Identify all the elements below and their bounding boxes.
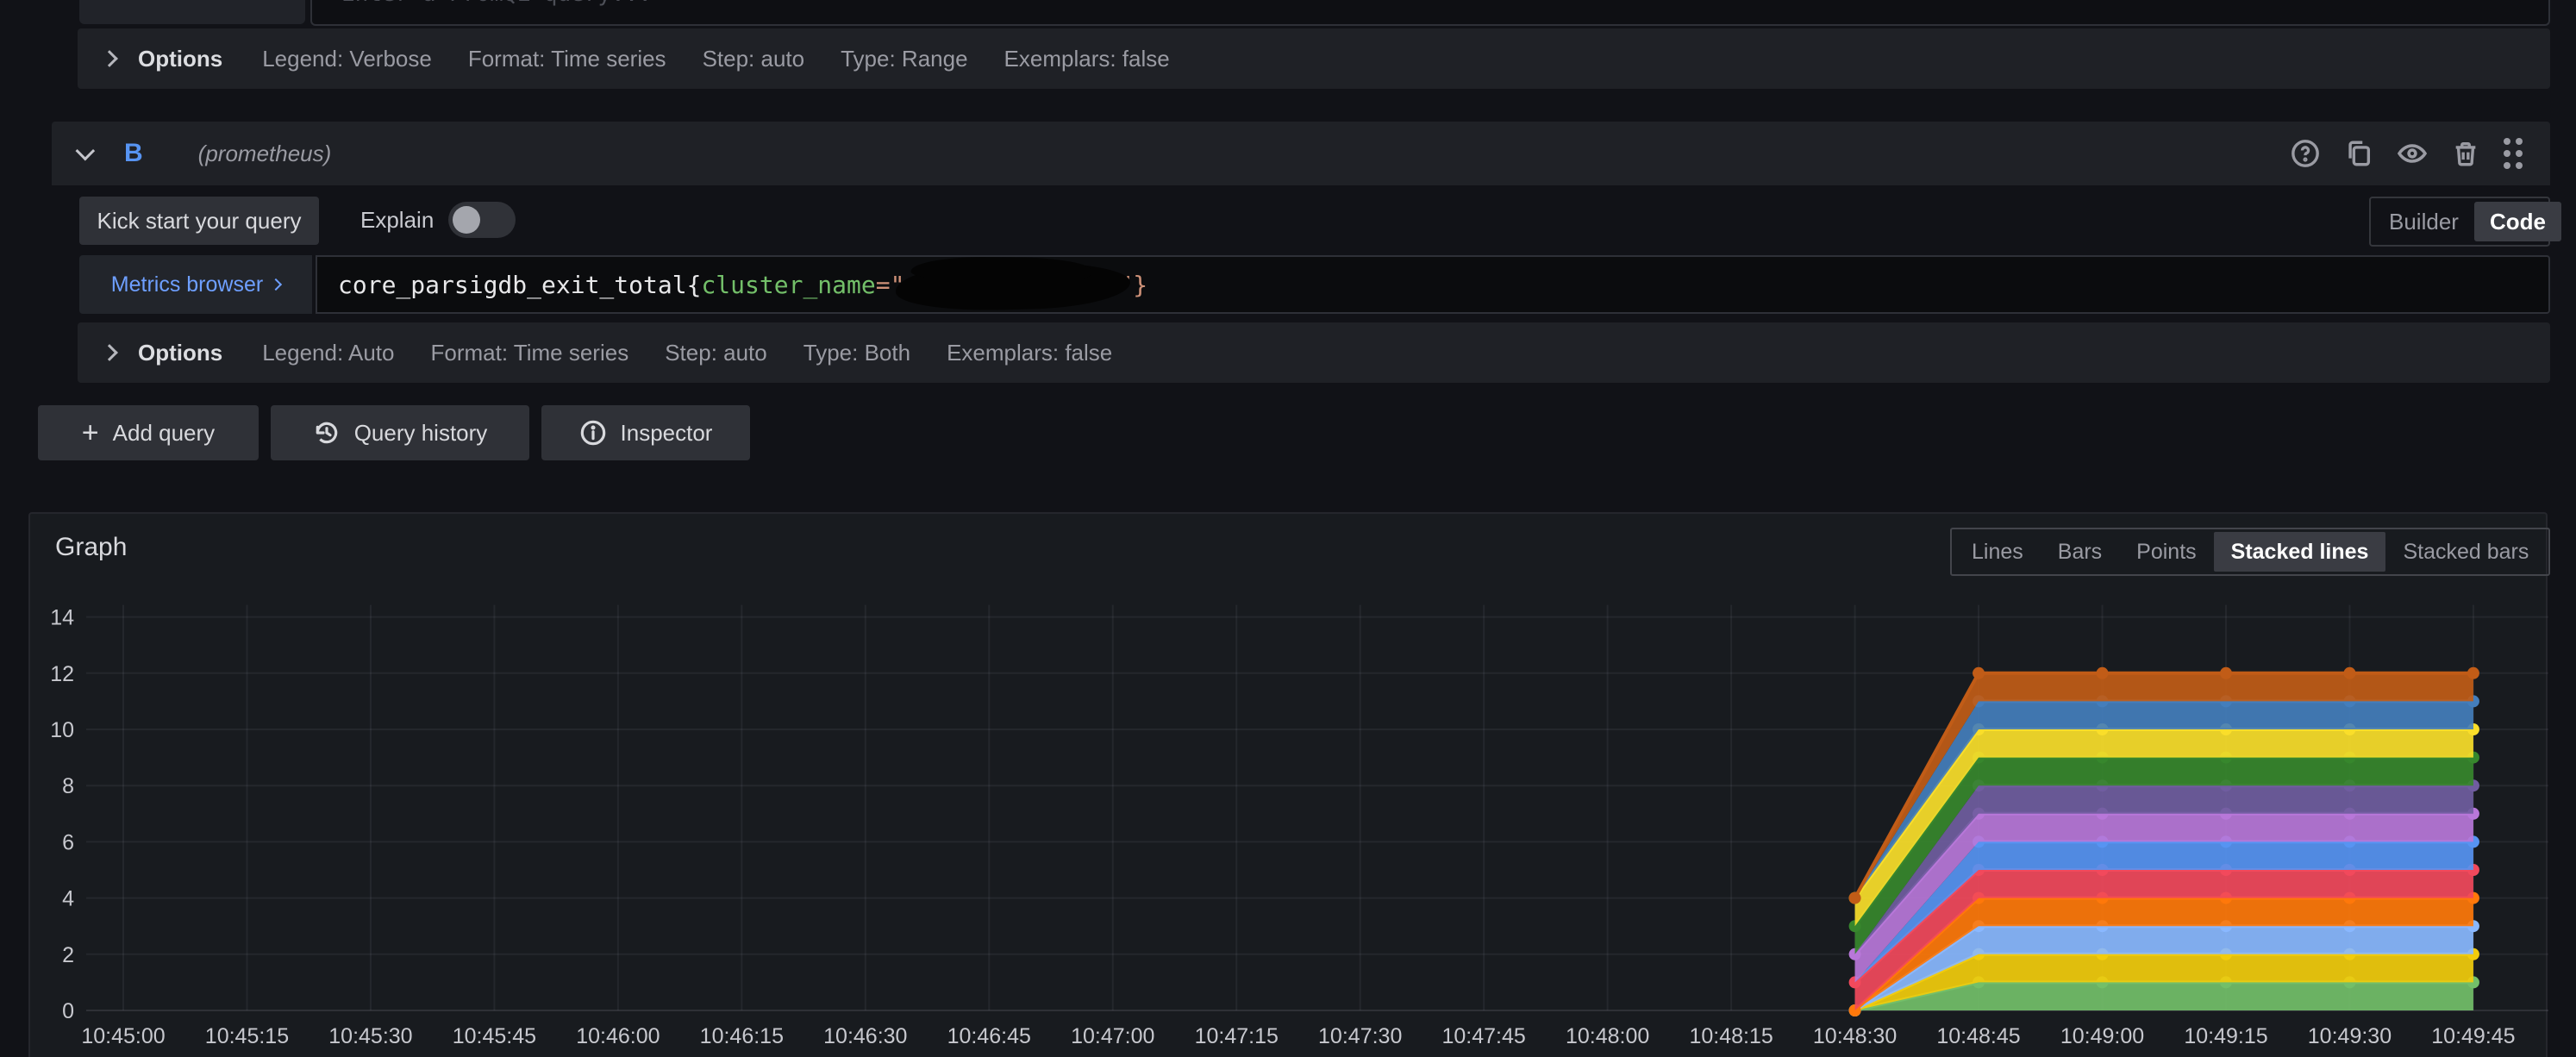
x-axis-label: 10:45:45 [453, 1024, 536, 1048]
query-ref-id: B [124, 139, 143, 167]
options-row-query-b[interactable]: Options Legend: Auto Format: Time series S… [78, 322, 2550, 383]
option-summary-item: Legend: Verbose [262, 45, 432, 72]
view-mode-lines[interactable]: Lines [1954, 532, 2041, 572]
point-series-12 [1973, 666, 1985, 679]
history-icon [316, 422, 337, 444]
promql-placeholder: Enter a PromQL query... [341, 0, 652, 7]
y-axis-label: 2 [62, 943, 74, 967]
point-series-12 [2219, 666, 2232, 679]
x-axis-label: 10:47:00 [1071, 1024, 1154, 1048]
code-mode-button[interactable]: Code [2473, 202, 2561, 241]
x-axis-label: 10:47:15 [1195, 1024, 1279, 1048]
y-axis-label: 6 [62, 830, 74, 854]
metrics-browser-label: Metrics browser [110, 272, 264, 297]
promql-input-query-a[interactable]: Enter a PromQL query... [310, 0, 2550, 26]
redacted-value [895, 260, 1132, 313]
query-history-label: Query history [353, 419, 488, 446]
option-summary-item: Format: Time series [430, 339, 629, 366]
view-mode-stacked-bars[interactable]: Stacked bars [2385, 532, 2546, 572]
x-axis-label: 10:49:30 [2308, 1024, 2392, 1048]
query-label-name: cluster_name [701, 270, 876, 299]
stacked-lines-chart[interactable]: 0 2 4 6 8 10 12 14 10:45:00 10:45:15 10:45:30 10:45… [26, 583, 2560, 1057]
x-axis-label: 10:49:45 [2431, 1024, 2515, 1048]
x-axis-label: 10:46:45 [947, 1024, 1031, 1048]
y-axis-label: 8 [62, 774, 74, 798]
chevron-right-icon [101, 344, 118, 361]
option-summary-item: Step: auto [665, 339, 767, 366]
x-axis-label: 10:48:15 [1689, 1024, 1773, 1048]
query-datasource: (prometheus) [197, 140, 332, 166]
kick-start-query-button[interactable]: Kick start your query [79, 197, 319, 245]
graph-view-mode-group: Lines Bars Points Stacked lines Stacked bars [1950, 528, 2551, 576]
add-query-label: Add query [112, 419, 216, 446]
x-axis-label: 10:45:00 [81, 1024, 165, 1048]
y-axis-label: 14 [50, 606, 74, 630]
toggle-knob [453, 206, 480, 234]
builder-mode-button[interactable]: Builder [2373, 209, 2474, 235]
metrics-browser-button-cutoff[interactable] [79, 0, 305, 24]
point-series-12 [2343, 666, 2356, 679]
drag-handle-icon[interactable] [2504, 138, 2526, 169]
point-series-12 [2096, 666, 2109, 679]
chevron-down-icon[interactable] [75, 141, 96, 161]
option-summary-item: Step: auto [702, 45, 805, 72]
x-axis-label: 10:47:45 [1442, 1024, 1526, 1048]
x-axis-label: 10:46:15 [700, 1024, 784, 1048]
x-axis-label: 10:49:00 [2060, 1024, 2144, 1048]
options-title: Options [138, 339, 223, 366]
point-series-12 [1848, 891, 1861, 904]
chevron-right-icon [101, 50, 118, 67]
y-axis-label: 4 [62, 887, 74, 911]
x-axis-label: 10:49:15 [2184, 1024, 2267, 1048]
grafana-explore-page: { "accent_colors": { "link_blue": "#6E9F… [0, 0, 2576, 1057]
point-series-12 [2467, 666, 2479, 679]
options-row-query-a[interactable]: Options Legend: Verbose Format: Time seri… [78, 28, 2550, 89]
metrics-browser-button[interactable]: Metrics browser [79, 255, 312, 314]
chevron-right-icon [270, 278, 283, 291]
info-icon [580, 420, 605, 446]
trash-icon[interactable] [2450, 138, 2481, 169]
help-icon[interactable] [2290, 138, 2321, 169]
x-axis-label: 10:48:00 [1566, 1024, 1649, 1048]
x-axis-label: 10:45:30 [328, 1024, 412, 1048]
option-summary-item: Exemplars: false [947, 339, 1113, 366]
x-axis-label: 10:45:15 [205, 1024, 289, 1048]
y-axis-label: 12 [50, 662, 74, 686]
graph-panel-title: Graph [55, 533, 128, 561]
query-history-button[interactable]: Query history [271, 405, 529, 460]
x-axis-label: 10:46:30 [823, 1024, 907, 1048]
view-mode-bars[interactable]: Bars [2041, 532, 2119, 572]
x-axis-label: 10:48:30 [1813, 1024, 1897, 1048]
explain-label: Explain [360, 207, 435, 233]
query-metric: core_parsigdb_exit_total{ [338, 270, 702, 299]
copy-icon[interactable] [2343, 138, 2374, 169]
query-b-header[interactable]: B (prometheus) [52, 122, 2550, 185]
inspector-button[interactable]: Inspector [541, 405, 750, 460]
eye-icon[interactable] [2397, 138, 2428, 169]
x-axis-label: 10:47:30 [1318, 1024, 1402, 1048]
view-mode-points[interactable]: Points [2119, 532, 2213, 572]
inspector-label: Inspector [620, 419, 713, 446]
option-summary-item: Exemplars: false [1004, 45, 1170, 72]
option-summary-item: Type: Both [803, 339, 911, 366]
view-mode-stacked-lines[interactable]: Stacked lines [2213, 532, 2386, 572]
add-query-button[interactable]: + Add query [38, 405, 259, 460]
option-summary-item: Format: Time series [467, 45, 666, 72]
y-axis-label: 0 [62, 999, 74, 1023]
options-title: Options [138, 45, 223, 72]
x-axis-label: 10:46:00 [576, 1024, 660, 1048]
x-axis-label: 10:48:45 [1936, 1024, 2020, 1048]
explain-toggle[interactable] [448, 202, 516, 238]
option-summary-item: Type: Range [841, 45, 968, 72]
option-summary-item: Legend: Auto [262, 339, 395, 366]
editor-mode-switcher: Builder Code [2369, 197, 2561, 247]
y-axis-label: 10 [50, 718, 74, 742]
promql-code-editor[interactable]: core_parsigdb_exit_total{cluster_name =" "… [316, 255, 2550, 314]
